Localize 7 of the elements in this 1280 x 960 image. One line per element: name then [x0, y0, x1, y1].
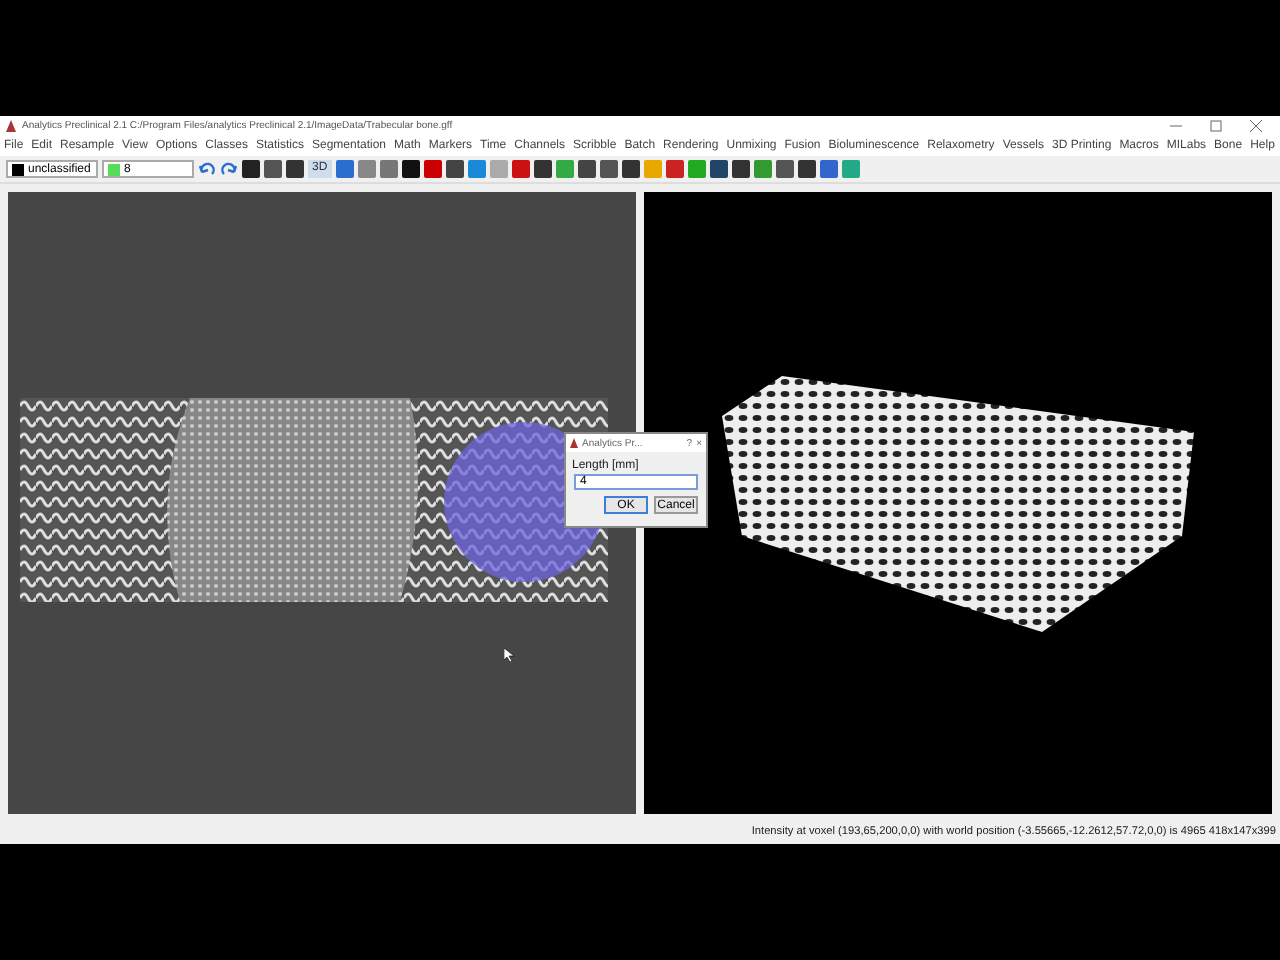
close-icon[interactable] [1250, 120, 1262, 132]
redo-icon[interactable] [220, 160, 238, 178]
undo-icon[interactable] [198, 160, 216, 178]
cursor-icon [504, 648, 514, 662]
app-icon [6, 120, 16, 132]
app-icon [570, 438, 578, 448]
maximize-icon[interactable] [1210, 120, 1222, 132]
